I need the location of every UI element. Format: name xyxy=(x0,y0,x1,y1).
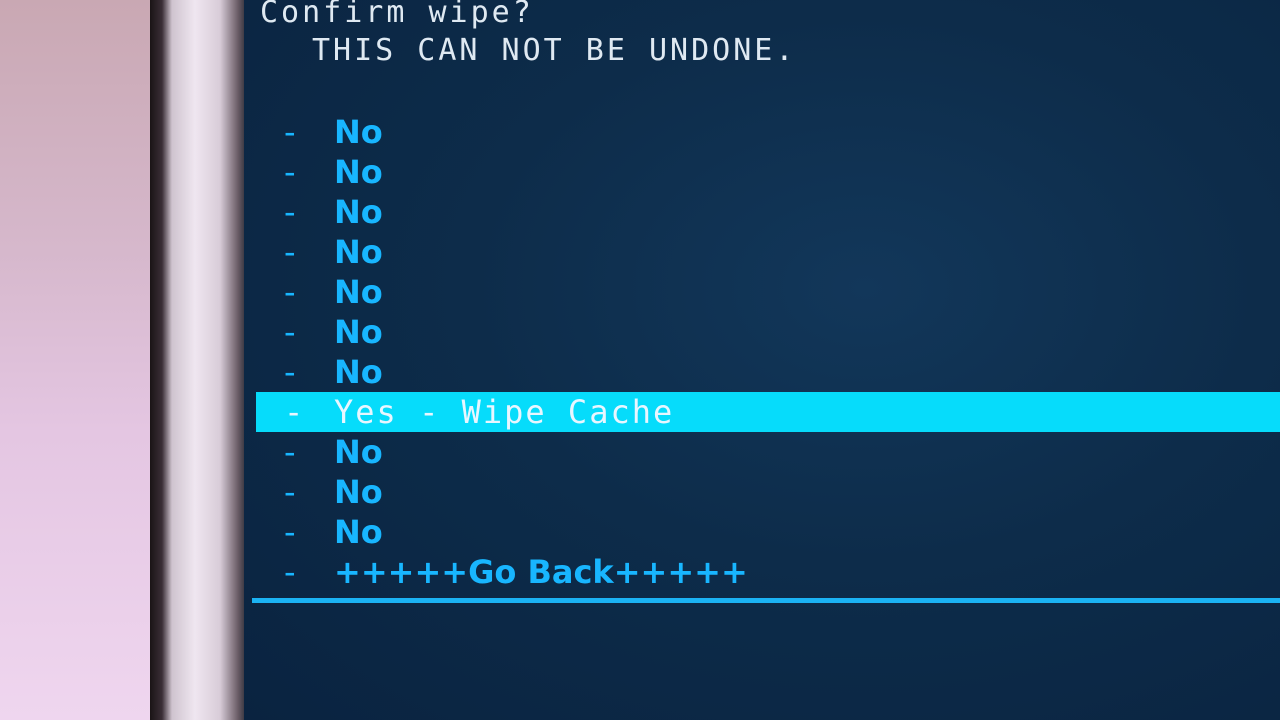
menu-item-no[interactable]: - No xyxy=(256,432,1280,472)
menu-item-label: No xyxy=(334,513,383,551)
menu-item-prefix: - xyxy=(284,393,306,431)
menu-item-prefix: - xyxy=(284,113,296,151)
confirm-title: Confirm wipe? xyxy=(260,0,534,30)
menu-item-label: No xyxy=(334,433,383,471)
menu-item-no[interactable]: - No xyxy=(256,152,1280,192)
photo-frame: Confirm wipe? THIS CAN NOT BE UNDONE. -N… xyxy=(0,0,1280,720)
menu-item-yes-wipe-cache[interactable]: - Yes - Wipe Cache xyxy=(256,392,1280,432)
menu-item-prefix: - xyxy=(284,513,296,551)
menu-item-prefix: - xyxy=(284,553,296,591)
menu-item-prefix: - xyxy=(284,273,296,311)
menu-item-label: No xyxy=(334,313,383,351)
menu-item-prefix: - xyxy=(284,193,296,231)
menu-item-prefix: - xyxy=(284,153,296,191)
menu-item-prefix: - xyxy=(284,313,296,351)
menu-item-no[interactable]: - No xyxy=(256,112,1280,152)
menu-item-no[interactable]: - No xyxy=(256,472,1280,512)
menu-item-label: No xyxy=(334,113,383,151)
menu-item-prefix: - xyxy=(284,233,296,271)
menu-item-label: No xyxy=(334,193,383,231)
menu-item-no[interactable]: - No xyxy=(256,312,1280,352)
menu-item-prefix: - xyxy=(284,473,296,511)
recovery-screen: Confirm wipe? THIS CAN NOT BE UNDONE. -N… xyxy=(244,0,1280,720)
menu-item-prefix: - xyxy=(284,433,296,471)
menu-item-prefix: - xyxy=(284,353,296,391)
warning-text: THIS CAN NOT BE UNDONE. xyxy=(312,33,797,68)
menu-item-no[interactable]: - No xyxy=(256,232,1280,272)
menu-item-label: No xyxy=(334,473,383,511)
menu-item-label: No xyxy=(334,353,383,391)
menu-item-no[interactable]: - No xyxy=(256,272,1280,312)
confirm-header: Confirm wipe? THIS CAN NOT BE UNDONE. xyxy=(260,0,796,70)
phone-bezel xyxy=(150,0,250,720)
menu-item-no[interactable]: - No xyxy=(256,352,1280,392)
menu-item-label: No xyxy=(334,233,383,271)
menu-item-no[interactable]: - No xyxy=(256,512,1280,552)
menu-item-go-back[interactable]: - +++++Go Back+++++ xyxy=(256,552,1280,592)
menu-item-no[interactable]: - No xyxy=(256,192,1280,232)
wipe-menu: - No - No - No - No - No - No - No - Yes - Wipe … xyxy=(256,112,1280,592)
menu-divider xyxy=(252,598,1280,603)
menu-item-label: Yes - Wipe Cache xyxy=(334,393,675,431)
menu-item-label: No xyxy=(334,273,383,311)
menu-item-label: +++++Go Back+++++ xyxy=(334,553,748,591)
menu-item-label: No xyxy=(334,153,383,191)
